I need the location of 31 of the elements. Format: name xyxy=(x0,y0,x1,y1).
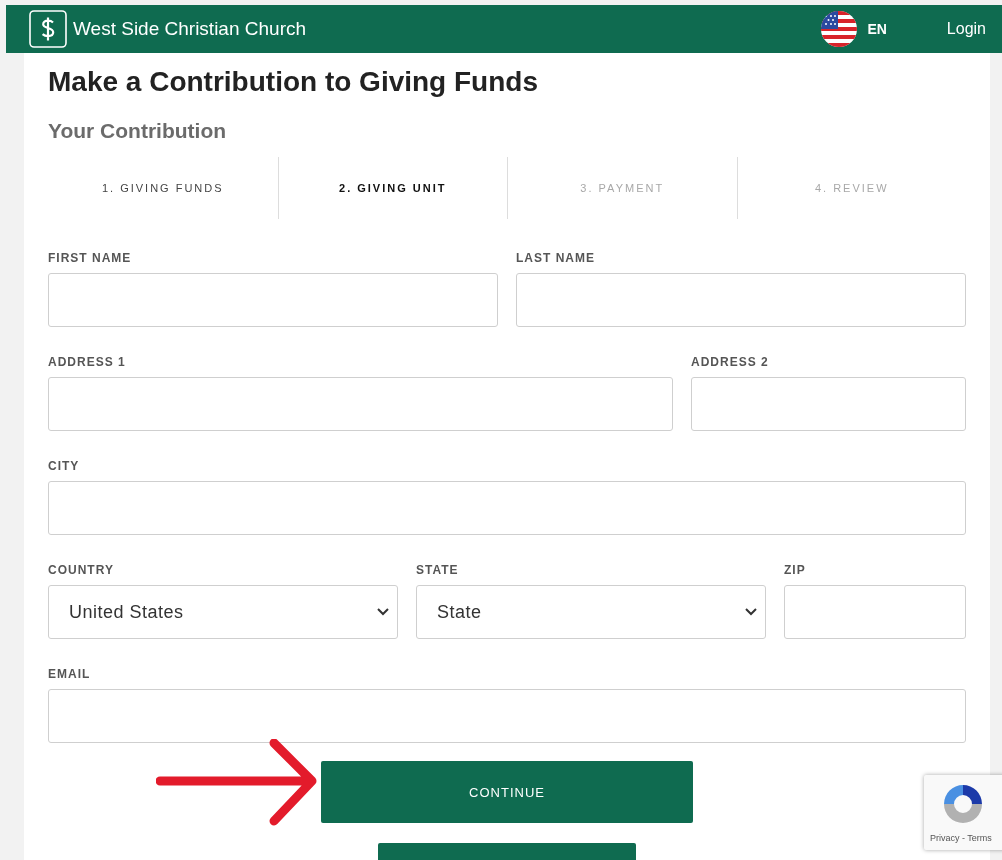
input-field[interactable] xyxy=(48,689,966,743)
chevron-down-icon xyxy=(745,608,757,616)
field-label: CITY xyxy=(48,459,81,473)
flag-icon xyxy=(821,11,858,47)
input-field[interactable] xyxy=(48,377,673,431)
field-label: LAST NAME xyxy=(516,251,596,265)
recaptcha-links[interactable]: Privacy - Terms xyxy=(930,833,992,843)
page-title: Make a Contribution to Giving Funds xyxy=(48,65,539,99)
chevron-down-icon xyxy=(377,608,389,616)
input-field[interactable] xyxy=(48,481,966,535)
input-field[interactable] xyxy=(516,273,966,327)
step-tab[interactable]: 1. GIVING FUNDS xyxy=(101,182,224,194)
field-label: ZIP xyxy=(784,563,807,577)
field-label: EMAIL xyxy=(48,667,92,681)
continue-button[interactable]: CONTINUE xyxy=(321,761,693,823)
site-title: West Side Christian Church xyxy=(73,18,307,40)
select-field[interactable]: United States xyxy=(48,585,398,639)
input-field[interactable] xyxy=(48,273,498,327)
select-field[interactable]: State xyxy=(416,585,766,639)
step-tab[interactable]: 2. GIVING UNIT xyxy=(339,182,447,194)
section-title: Your Contribution xyxy=(48,118,228,144)
field-label: COUNTRY xyxy=(48,563,115,577)
field-label: FIRST NAME xyxy=(48,251,133,265)
dollar-logo-icon xyxy=(29,10,67,48)
input-field[interactable] xyxy=(784,585,966,639)
field-label: ADDRESS 1 xyxy=(48,355,127,369)
field-label: STATE xyxy=(416,563,460,577)
field-label: ADDRESS 2 xyxy=(691,355,770,369)
language-button[interactable]: EN xyxy=(867,21,887,37)
login-link[interactable]: Login xyxy=(946,20,986,38)
input-field[interactable] xyxy=(691,377,966,431)
